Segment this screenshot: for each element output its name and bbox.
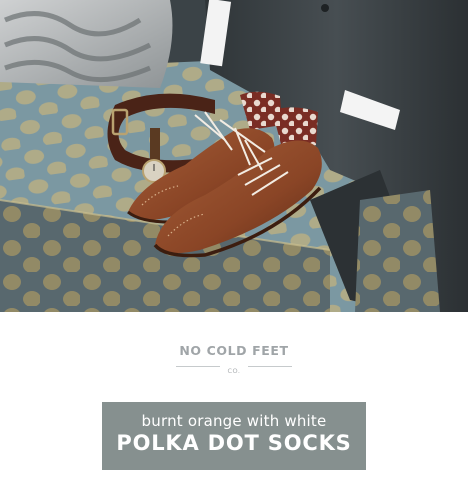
product-banner: burnt orange with white POLKA DOT SOCKS (102, 402, 366, 470)
brand-suffix-row: CO. (176, 360, 292, 375)
brand-suffix: CO. (227, 367, 241, 375)
banner-title: POLKA DOT SOCKS (116, 431, 352, 455)
divider (176, 366, 220, 367)
product-photo (0, 0, 468, 312)
divider (248, 366, 292, 367)
brand-name: NO COLD FEET (179, 343, 289, 358)
banner-subtitle: burnt orange with white (141, 412, 327, 430)
brand-logo: NO COLD FEET CO. (0, 343, 468, 375)
